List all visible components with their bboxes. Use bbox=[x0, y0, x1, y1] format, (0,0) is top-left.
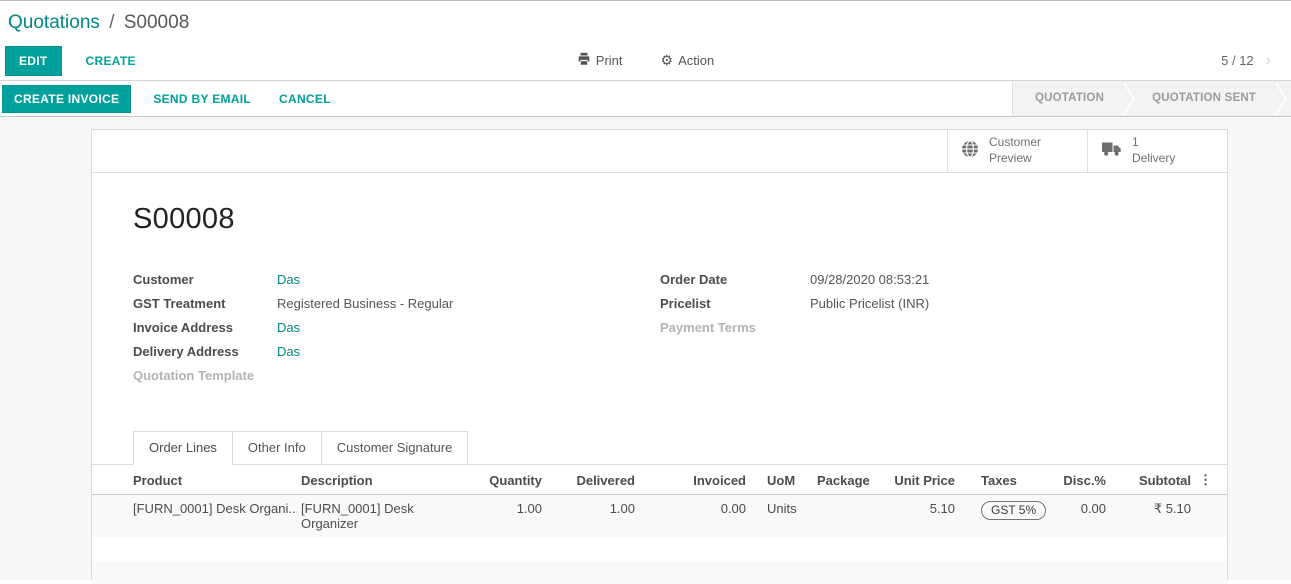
printer-icon bbox=[577, 52, 591, 69]
delivery-label: 1 Delivery bbox=[1132, 135, 1175, 166]
delivery-address-value-link[interactable]: Das bbox=[277, 345, 300, 359]
col-header-quantity[interactable]: Quantity bbox=[452, 465, 546, 495]
cell-quantity[interactable]: 1.00 bbox=[452, 495, 546, 538]
breadcrumb-separator: / bbox=[105, 12, 118, 33]
payment-terms-label: Payment Terms bbox=[660, 321, 810, 335]
cell-disc[interactable]: 0.00 bbox=[1059, 495, 1110, 538]
customer-preview-button[interactable]: Customer Preview bbox=[947, 130, 1087, 172]
action-button[interactable]: ⚙ Action bbox=[655, 51, 721, 70]
cell-row-options bbox=[1195, 495, 1227, 538]
pager-count: 5 / 12 bbox=[1221, 53, 1254, 68]
col-header-unit-price[interactable]: Unit Price bbox=[887, 465, 959, 495]
col-header-invoiced[interactable]: Invoiced bbox=[639, 465, 750, 495]
control-panel: Quotations / S00008 EDIT CREATE Print ⚙ … bbox=[0, 1, 1291, 81]
stat-button-box: Customer Preview 1 Delivery bbox=[92, 130, 1227, 173]
col-header-package[interactable]: Package bbox=[810, 465, 887, 495]
tab-bar: Order Lines Other Info Customer Signatur… bbox=[92, 431, 1227, 465]
col-header-taxes[interactable]: Taxes bbox=[959, 465, 1059, 495]
col-header-product[interactable]: Product bbox=[92, 465, 297, 495]
order-line-row[interactable]: [FURN_0001] Desk Organi... [FURN_0001] D… bbox=[92, 495, 1227, 538]
delivery-button[interactable]: 1 Delivery bbox=[1087, 130, 1227, 172]
table-header-row: Product Description Quantity Delivered I… bbox=[92, 465, 1227, 495]
cancel-button[interactable]: CANCEL bbox=[273, 91, 337, 107]
form-view-background: Customer Preview 1 Delivery S00008 C bbox=[0, 117, 1291, 580]
field-payment-terms: Payment Terms bbox=[660, 321, 1187, 335]
field-quotation-template: Quotation Template bbox=[133, 369, 660, 383]
create-button[interactable]: CREATE bbox=[80, 53, 142, 69]
breadcrumb: Quotations / S00008 bbox=[0, 1, 1291, 41]
status-step-quotation[interactable]: QUOTATION bbox=[1012, 81, 1122, 116]
gst-treatment-label: GST Treatment bbox=[133, 297, 277, 311]
field-gst-treatment: GST Treatment Registered Business - Regu… bbox=[133, 297, 660, 311]
order-date-label: Order Date bbox=[660, 273, 810, 287]
customer-preview-label: Customer Preview bbox=[989, 135, 1041, 166]
order-lines-table: Product Description Quantity Delivered I… bbox=[92, 465, 1227, 584]
optional-columns-icon[interactable]: ⋮ bbox=[1195, 465, 1227, 495]
status-step-quotation-sent[interactable]: QUOTATION SENT bbox=[1122, 81, 1274, 116]
tax-badge: GST 5% bbox=[981, 501, 1046, 520]
delivery-address-label: Delivery Address bbox=[133, 345, 277, 359]
field-invoice-address: Invoice Address Das bbox=[133, 321, 660, 335]
globe-icon bbox=[961, 140, 979, 163]
cell-description[interactable]: [FURN_0001] Desk Organizer bbox=[297, 495, 452, 538]
gear-icon: ⚙ bbox=[661, 52, 674, 69]
customer-value-link[interactable]: Das bbox=[277, 273, 300, 287]
form-sheet: Customer Preview 1 Delivery S00008 C bbox=[91, 129, 1228, 580]
field-group-right: Order Date 09/28/2020 08:53:21 Pricelist… bbox=[660, 273, 1187, 393]
col-header-subtotal[interactable]: Subtotal bbox=[1110, 465, 1195, 495]
col-header-description[interactable]: Description bbox=[297, 465, 452, 495]
empty-row-striped bbox=[92, 561, 1227, 584]
field-customer: Customer Das bbox=[133, 273, 660, 287]
breadcrumb-current-record: S00008 bbox=[124, 12, 190, 33]
cell-taxes[interactable]: GST 5% bbox=[959, 495, 1059, 538]
control-buttons-row: EDIT CREATE Print ⚙ Action 5 / 12 › bbox=[0, 41, 1291, 81]
print-button[interactable]: Print bbox=[571, 51, 629, 70]
send-by-email-button[interactable]: SEND BY EMAIL bbox=[147, 91, 257, 107]
gst-treatment-value: Registered Business - Regular bbox=[277, 297, 453, 311]
pricelist-value: Public Pricelist (INR) bbox=[810, 297, 929, 311]
field-order-date: Order Date 09/28/2020 08:53:21 bbox=[660, 273, 1187, 287]
quotation-template-label: Quotation Template bbox=[133, 369, 277, 383]
action-label: Action bbox=[678, 53, 714, 68]
col-header-uom[interactable]: UoM bbox=[750, 465, 810, 495]
tab-other-info[interactable]: Other Info bbox=[232, 431, 322, 465]
field-delivery-address: Delivery Address Das bbox=[133, 345, 660, 359]
invoice-address-value-link[interactable]: Das bbox=[277, 321, 300, 335]
empty-row bbox=[92, 537, 1227, 561]
sheet-body: S00008 Customer Das GST Treatment Regist… bbox=[92, 203, 1227, 393]
cell-invoiced[interactable]: 0.00 bbox=[639, 495, 750, 538]
pricelist-label: Pricelist bbox=[660, 297, 810, 311]
order-date-value: 09/28/2020 08:53:21 bbox=[810, 273, 929, 287]
col-header-disc[interactable]: Disc.% bbox=[1059, 465, 1110, 495]
tab-customer-signature[interactable]: Customer Signature bbox=[321, 431, 469, 465]
tab-order-lines[interactable]: Order Lines bbox=[133, 431, 233, 465]
notebook: Order Lines Other Info Customer Signatur… bbox=[92, 431, 1227, 584]
status-steps: QUOTATION QUOTATION SENT SALES ORDER bbox=[1012, 81, 1291, 116]
cell-delivered[interactable]: 1.00 bbox=[546, 495, 639, 538]
cell-package[interactable] bbox=[810, 495, 887, 538]
col-header-delivered[interactable]: Delivered bbox=[546, 465, 639, 495]
print-label: Print bbox=[596, 53, 623, 68]
create-invoice-button[interactable]: CREATE INVOICE bbox=[2, 85, 131, 113]
pager-next-icon[interactable]: › bbox=[1266, 53, 1271, 69]
customer-label: Customer bbox=[133, 273, 277, 287]
field-groups: Customer Das GST Treatment Registered Bu… bbox=[133, 273, 1187, 393]
record-title: S00008 bbox=[133, 203, 1187, 236]
truck-icon bbox=[1101, 140, 1122, 162]
field-group-left: Customer Das GST Treatment Registered Bu… bbox=[133, 273, 660, 393]
cell-unit-price[interactable]: 5.10 bbox=[887, 495, 959, 538]
edit-button[interactable]: EDIT bbox=[5, 46, 62, 76]
statusbar: CREATE INVOICE SEND BY EMAIL CANCEL QUOT… bbox=[0, 81, 1291, 117]
cell-product[interactable]: [FURN_0001] Desk Organi... bbox=[92, 495, 297, 538]
center-controls: Print ⚙ Action bbox=[0, 41, 1291, 80]
field-pricelist: Pricelist Public Pricelist (INR) bbox=[660, 297, 1187, 311]
pager: 5 / 12 › bbox=[1221, 53, 1271, 69]
cell-subtotal[interactable]: ₹ 5.10 bbox=[1110, 495, 1195, 538]
invoice-address-label: Invoice Address bbox=[133, 321, 277, 335]
cell-uom[interactable]: Units bbox=[750, 495, 810, 538]
breadcrumb-quotations-link[interactable]: Quotations bbox=[8, 12, 100, 33]
